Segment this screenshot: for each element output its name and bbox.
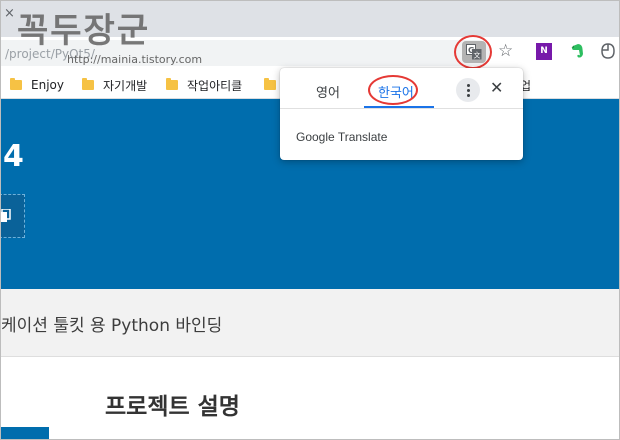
star-icon[interactable]: ☆ — [498, 41, 513, 61]
copy-button[interactable] — [1, 194, 25, 238]
hero-text: 4 — [3, 139, 24, 174]
translate-highlight-ring — [454, 35, 492, 69]
folder-icon — [82, 78, 94, 90]
close-icon[interactable]: ✕ — [490, 78, 503, 97]
page-subtitle: 케이션 툴킷 용 Python 바인딩 — [1, 316, 223, 336]
bookmark-enjoy[interactable]: Enjoy — [10, 77, 64, 93]
evernote-extension-icon[interactable] — [569, 43, 585, 59]
tab-english[interactable]: 영어 — [316, 82, 340, 101]
section-title: 프로젝트 설명 — [105, 394, 240, 420]
google-translate-brand: Google Translate — [296, 130, 388, 144]
copy-icon — [1, 209, 11, 222]
page-blue-tab[interactable] — [1, 427, 49, 439]
bookmark-self-development[interactable]: 자기개발 — [82, 77, 147, 93]
bookmark-label: Enjoy — [31, 78, 64, 92]
browser-window: × /project/PyQt5/ G 文 ☆ N Enjoy 자기개발 작업아… — [0, 0, 620, 440]
folder-icon — [264, 78, 276, 90]
divider — [280, 108, 523, 109]
bookmark-work-articles[interactable]: 작업아티클 — [166, 77, 242, 93]
more-icon-dot — [467, 84, 470, 87]
tab-close-button[interactable]: × — [4, 7, 18, 21]
more-icon-dot — [467, 94, 470, 97]
more-icon-dot — [467, 89, 470, 92]
more-options-button[interactable] — [456, 78, 480, 102]
bookmark-label: 작업아티클 — [187, 78, 243, 93]
folder-icon — [10, 78, 22, 90]
korean-highlight-ring — [368, 75, 418, 105]
bookmark-label: 자기개발 — [103, 78, 148, 93]
extension-icon[interactable] — [600, 42, 616, 60]
page-subheader: 케이션 툴킷 용 Python 바인딩 — [1, 289, 619, 357]
folder-icon — [166, 78, 178, 90]
watermark-title: 꼭두장군 — [17, 11, 151, 51]
translate-popup: 영어 한국어 ✕ Google Translate — [280, 68, 523, 160]
watermark-url: http://mainia.tistory.com — [67, 53, 203, 66]
onenote-extension-icon[interactable]: N — [536, 43, 552, 60]
